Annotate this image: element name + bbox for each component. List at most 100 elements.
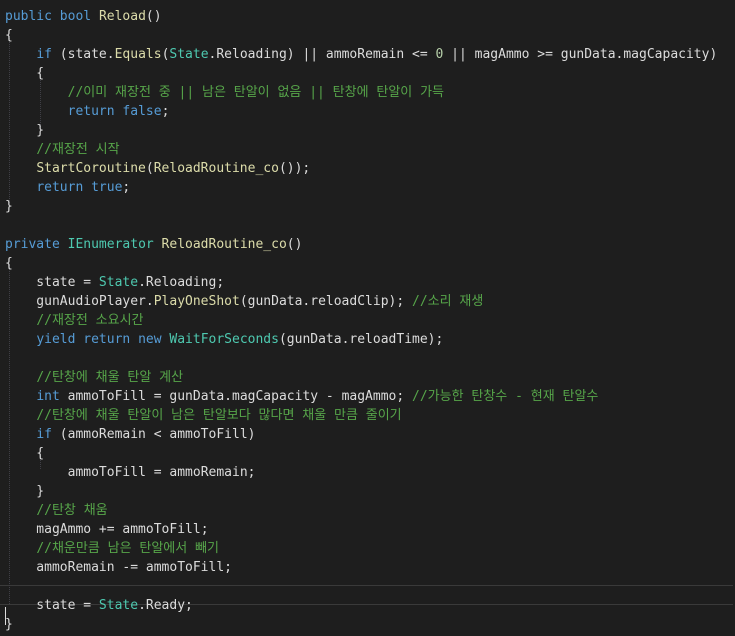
code-line[interactable]: return false;: [5, 102, 735, 121]
code-token: .Reloading;: [138, 275, 225, 290]
method-token: Reload: [98, 9, 146, 24]
code-line[interactable]: public bool Reload(): [5, 7, 735, 26]
code-token: ;: [200, 522, 209, 537]
keyword-token: return: [83, 332, 131, 347]
code-line[interactable]: StartCoroutine(ReloadRoutine_co());: [5, 159, 735, 178]
type-token: IEnumerator: [67, 237, 154, 252]
code-token: .Reloading) || ammoRemain <=: [208, 47, 436, 62]
type-token: State: [98, 598, 139, 613]
type-token: State: [98, 275, 139, 290]
code-token: {: [5, 446, 45, 461]
code-token: magAmmo +=: [5, 522, 123, 537]
code-token: ());: [278, 161, 311, 176]
code-line[interactable]: }: [5, 615, 735, 634]
code-line[interactable]: yield return new WaitForSeconds(gunData.…: [5, 330, 735, 349]
keyword-token: new: [138, 332, 162, 347]
code-token: (: [145, 161, 154, 176]
code-token: }: [5, 484, 45, 499]
code-line[interactable]: private IEnumerator ReloadRoutine_co(): [5, 235, 735, 254]
method-token: ReloadRoutine_co: [153, 161, 279, 176]
keyword-token: public: [5, 9, 52, 24]
keyword-token: true: [91, 180, 123, 195]
comment-token: //탄창 채움: [36, 503, 108, 518]
field-token: ammoToFill: [67, 465, 146, 480]
code-line[interactable]: //재장전 소요시간: [5, 311, 735, 330]
code-token: = gunData.magCapacity - magAmmo;: [145, 389, 413, 404]
code-line[interactable]: gunAudioPlayer.PlayOneShot(gunData.reloa…: [5, 292, 735, 311]
code-line[interactable]: //이미 재장전 중 || 남은 탄알이 없음 || 탄창에 탄알이 가득: [5, 83, 735, 102]
field-token: ammoToFill: [169, 427, 248, 442]
keyword-token: return: [36, 180, 84, 195]
code-token: gunAudioPlayer.: [5, 294, 154, 309]
type-token: WaitForSeconds: [169, 332, 279, 347]
code-token: ;: [161, 104, 170, 119]
code-line[interactable]: {: [5, 254, 735, 273]
code-line[interactable]: [5, 349, 735, 368]
code-line[interactable]: ammoRemain -= ammoToFill;: [5, 558, 735, 577]
comment-token: //가능한 탄창수 - 현재 탄알수: [412, 389, 599, 404]
method-token: StartCoroutine: [36, 161, 146, 176]
code-line[interactable]: {: [5, 26, 735, 45]
code-token: (): [145, 9, 162, 24]
keyword-token: int: [36, 389, 60, 404]
brace-token: }: [5, 199, 13, 214]
code-token: ;: [122, 180, 131, 195]
code-token: state =: [5, 275, 99, 290]
keyword-token: private: [5, 237, 60, 252]
code-line[interactable]: //탄창 채움: [5, 501, 735, 520]
method-token: ReloadRoutine_co: [161, 237, 287, 252]
comment-token: //재장전 시작: [36, 142, 120, 157]
code-editor[interactable]: public bool Reload() { if (state.Equals(S…: [0, 0, 735, 636]
method-token: Equals: [114, 47, 162, 62]
code-line[interactable]: if (state.Equals(State.Reloading) || amm…: [5, 45, 735, 64]
code-token: }: [5, 123, 45, 138]
comment-token: //채운만큼 남은 탄알에서 빼기: [36, 541, 219, 556]
brace-token: }: [5, 617, 13, 632]
keyword-token: yield: [36, 332, 76, 347]
code-line[interactable]: //탄창에 채울 탄알 계산: [5, 368, 735, 387]
code-token: (gunData.reloadClip);: [239, 294, 412, 309]
code-line[interactable]: {: [5, 64, 735, 83]
code-line[interactable]: return true;: [5, 178, 735, 197]
code-line[interactable]: {: [5, 444, 735, 463]
brace-token: {: [5, 28, 13, 43]
code-line[interactable]: ammoToFill = ammoRemain;: [5, 463, 735, 482]
code-token: (): [286, 237, 303, 252]
code-line[interactable]: if (ammoRemain < ammoToFill): [5, 425, 735, 444]
code-token: ): [247, 427, 256, 442]
code-line[interactable]: //채운만큼 남은 탄알에서 빼기: [5, 539, 735, 558]
code-line[interactable]: [5, 216, 735, 235]
code-line[interactable]: //탄창에 채울 탄알이 남은 탄알보다 많다면 채울 만큼 줄이기: [5, 406, 735, 425]
code-line[interactable]: }: [5, 482, 735, 501]
code-line[interactable]: state = State.Ready;: [5, 596, 735, 615]
code-line[interactable]: state = State.Reloading;: [5, 273, 735, 292]
code-line[interactable]: magAmmo += ammoToFill;: [5, 520, 735, 539]
code-line[interactable]: }: [5, 197, 735, 216]
comment-token: //탄창에 채울 탄알 계산: [36, 370, 184, 385]
code-line[interactable]: [5, 577, 735, 596]
code-token: (state.: [51, 47, 115, 62]
code-line[interactable]: int ammoToFill = gunData.magCapacity - m…: [5, 387, 735, 406]
comment-token: //소리 재생: [412, 294, 484, 309]
type-token: State: [169, 47, 209, 62]
code-token: ammoRemain -=: [5, 560, 146, 575]
code-token: (ammoRemain <: [51, 427, 170, 442]
code-line[interactable]: //재장전 시작: [5, 140, 735, 159]
text-cursor: [5, 607, 6, 625]
code-line[interactable]: }: [5, 121, 735, 140]
